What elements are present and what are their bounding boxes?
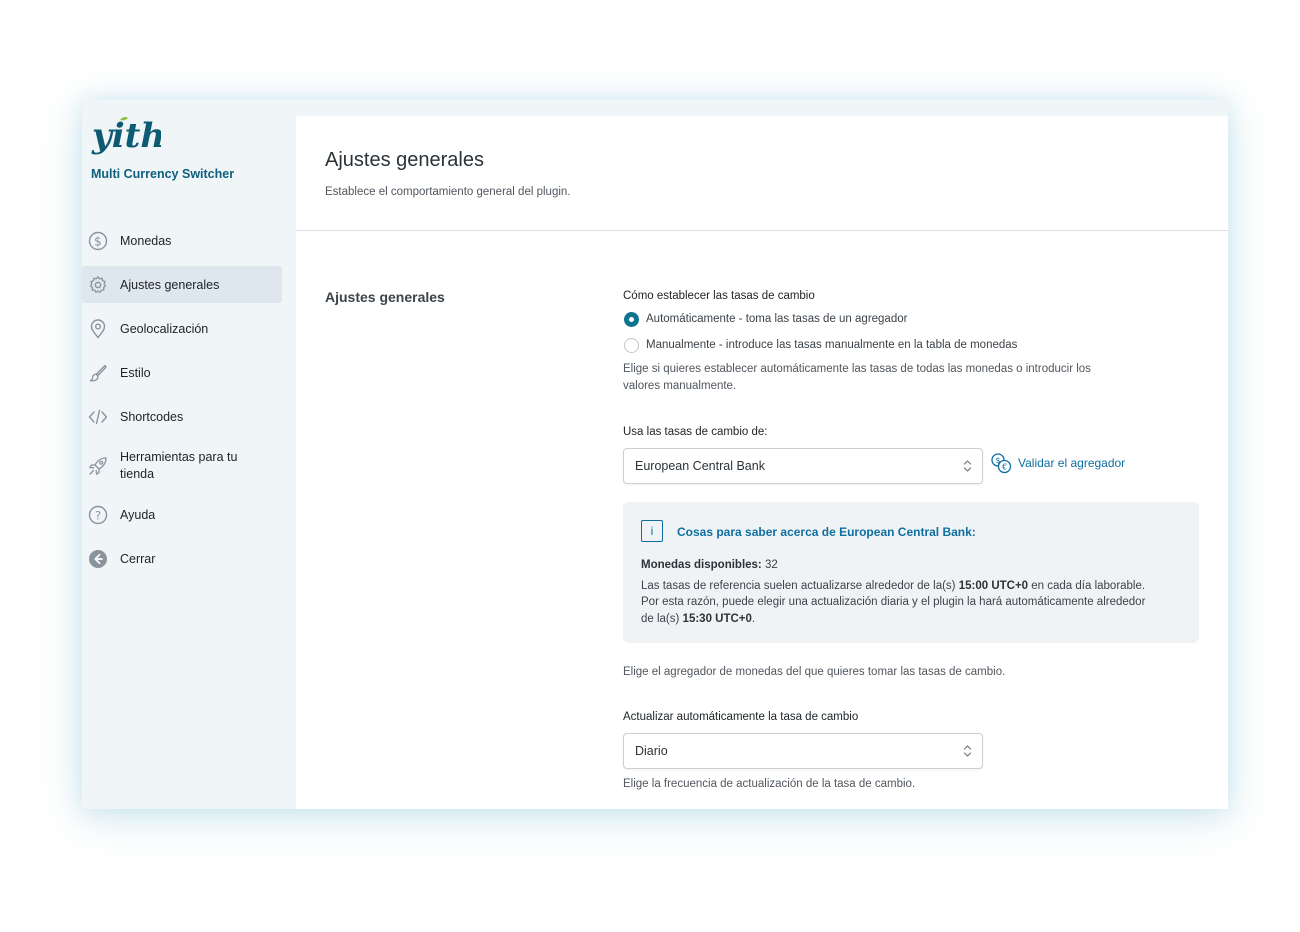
code-icon [88,407,108,427]
rates-method-help: Elige si quieres establecer automáticame… [623,361,1203,395]
chevron-up-down-icon [963,744,972,758]
info-time2: 15:30 UTC+0 [682,612,752,625]
info-time1: 15:00 UTC+0 [958,579,1029,592]
validate-aggregator-link[interactable]: $ € Validar el agregador [990,452,1125,474]
sidebar-item-herramientas[interactable]: Herramientas para tu tienda [82,442,282,490]
page-title: Ajustes generales [325,149,484,171]
sidebar-item-label: Geolocalización [120,321,209,336]
auto-update-select-value: Diario [635,744,668,758]
auto-update-label: Actualizar automáticamente la tasa de ca… [623,711,859,723]
rocket-icon [88,456,108,476]
auto-update-select[interactable]: Diario [623,733,983,769]
sidebar-item-label: Ajustes generales [120,277,220,292]
info-icon: i [641,520,663,542]
rates-method-label: Cómo establecer las tasas de cambio [623,290,815,302]
gear-icon [88,275,108,295]
sidebar-nav: $ Monedas Ajustes generales Geolocalizac… [82,222,282,584]
aggregator-select-value: European Central Bank [635,459,765,473]
available-currencies-count: 32 [764,559,778,571]
sidebar-item-label: Estilo [120,365,151,380]
yith-logo: yith [91,114,165,162]
app-window: yith Multi Currency Switcher $ Monedas A… [82,100,1228,809]
chevron-up-down-icon [963,459,972,473]
logo-text: yith [91,116,161,156]
info-text1-after: en cada día laborable. [1028,579,1146,592]
auto-update-help: Elige la frecuencia de actualización de … [623,778,916,790]
sidebar: yith Multi Currency Switcher $ Monedas A… [82,100,296,809]
rates-method-field: Cómo establecer las tasas de cambio Auto… [623,290,1203,395]
aggregator-select[interactable]: European Central Bank [623,448,983,484]
available-currencies: Monedas disponibles: 32 [641,557,1191,574]
info-line1: Las tasas de referencia suelen actualiza… [641,578,1191,595]
sidebar-item-geolocalizacion[interactable]: Geolocalización [82,310,282,347]
dollar-circle-icon: $ [88,231,108,251]
map-pin-icon [88,318,108,339]
rates-method-help-line2: valores manualmente. [623,380,737,392]
sidebar-item-shortcodes[interactable]: Shortcodes [82,398,282,435]
svg-text:?: ? [95,508,101,522]
sidebar-item-label: Herramientas para tu tienda [120,450,238,481]
info-line2: Por esta razón, puede elegir una actuali… [641,596,1146,608]
sidebar-item-estilo[interactable]: Estilo [82,354,282,391]
currency-exchange-icon: $ € [990,452,1012,474]
section-title: Ajustes generales [325,289,445,305]
info-line3: de la(s) 15:30 UTC+0. [641,611,1191,628]
sidebar-item-ayuda[interactable]: ? Ayuda [82,496,282,533]
radio-automatic-label: Automáticamente - toma las tasas de un a… [646,313,908,325]
help-circle-icon: ? [88,505,108,525]
aggregator-field: European Central Bank $ € Validar el agre… [623,448,1203,486]
radio-manual[interactable] [624,337,639,353]
radio-automatic[interactable] [624,311,639,327]
validate-aggregator-label: Validar el agregador [1018,456,1126,470]
rates-method-help-line1: Elige si quieres establecer automáticame… [623,363,1091,375]
sidebar-item-cerrar[interactable]: Cerrar [82,540,282,577]
header-divider [296,230,1228,231]
plugin-name: Multi Currency Switcher [91,167,235,181]
svg-text:€: € [1002,463,1007,472]
info-title: Cosas para saber acerca de European Cent… [677,525,976,539]
auto-update-field: Diario [623,733,1203,769]
info-box: i Cosas para saber acerca de European Ce… [623,502,1199,643]
arrow-left-circle-icon [88,549,108,569]
main-panel: Ajustes generales Establece el comportam… [296,116,1228,809]
sidebar-item-label: Shortcodes [120,409,184,424]
info-text3-before: de la(s) [641,612,683,625]
radio-option-automatic[interactable]: Automáticamente - toma las tasas de un a… [623,306,1203,332]
sidebar-item-label: Cerrar [120,551,156,566]
sidebar-item-ajustes-generales[interactable]: Ajustes generales [82,266,282,303]
sidebar-item-label: Ayuda [120,507,156,522]
available-currencies-label: Monedas disponibles: [641,559,762,571]
sidebar-item-label: Monedas [120,233,172,248]
brush-icon [88,363,108,383]
aggregator-help: Elige el agregador de monedas del que qu… [623,666,1006,678]
svg-text:$: $ [94,234,102,248]
info-text3-after: . [751,612,756,625]
radio-manual-label: Manualmente - introduce las tasas manual… [646,339,1018,351]
aggregator-label: Usa las tasas de cambio de: [623,426,768,438]
page-description: Establece el comportamiento general del … [325,186,571,198]
info-body: Monedas disponibles: 32 Las tasas de ref… [641,557,1191,627]
info-text1-before: Las tasas de referencia suelen actualiza… [641,579,959,592]
radio-option-manual[interactable]: Manualmente - introduce las tasas manual… [623,332,1203,358]
sidebar-item-monedas[interactable]: $ Monedas [82,222,282,259]
